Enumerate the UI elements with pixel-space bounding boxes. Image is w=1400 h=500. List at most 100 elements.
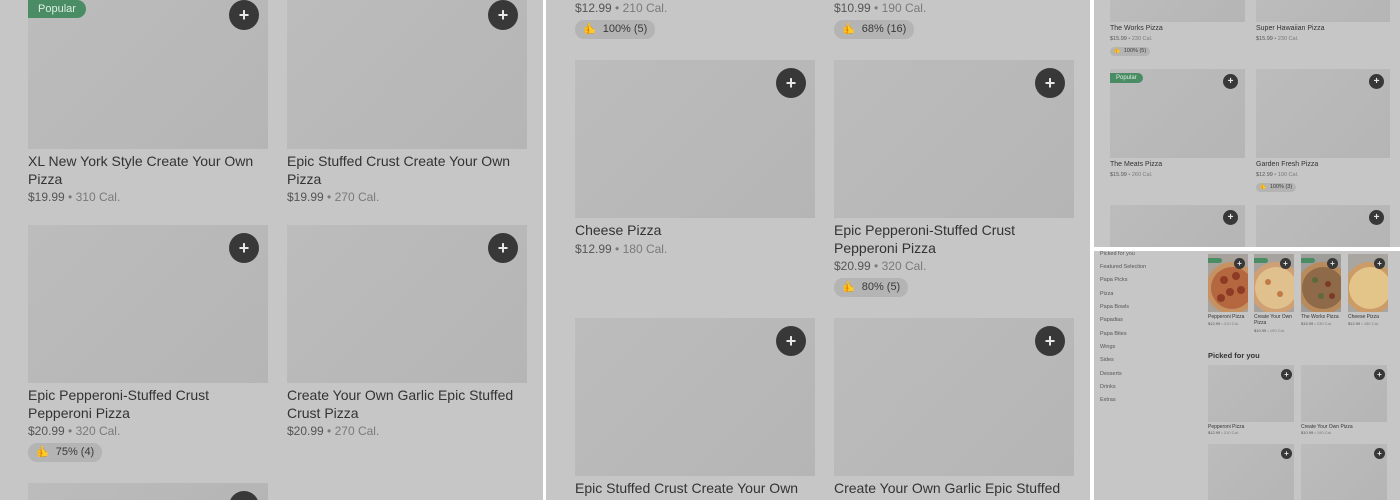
item-price: $19.99	[287, 190, 324, 204]
add-button[interactable]: +	[1281, 448, 1292, 459]
sidebar-item-papa-picks[interactable]: Papa Picks	[1100, 277, 1128, 283]
thumbs-up-icon: 👍	[842, 23, 856, 35]
menu-item-card[interactable]: + Epic Stuffed Crust Create Your Own Piz…	[575, 318, 815, 500]
menu-item-card[interactable]: Super Hawaiian Pizza $15.99 • 230 Cal.	[1256, 0, 1390, 50]
menu-item-card[interactable]: + Create Your Own Garlic Epic Stuffed Cr…	[287, 225, 527, 445]
plus-icon: +	[1227, 75, 1234, 87]
item-name: Create Your Own Garlic Epic Stuffed Crus…	[834, 480, 1061, 500]
item-calories: 210 Cal.	[622, 1, 668, 15]
plus-icon: +	[497, 5, 509, 25]
menu-item-card[interactable]: + Epic Pepperoni-Stuffed Crust Pepperoni…	[834, 60, 1074, 300]
add-button[interactable]: +	[1369, 74, 1384, 89]
sidebar-item-desserts[interactable]: Desserts	[1100, 371, 1122, 377]
sidebar-item-sides[interactable]: Sides	[1100, 357, 1114, 363]
rating-pill: 👍 100% (5)	[575, 20, 656, 39]
menu-item-card[interactable]: + Pepperoni Pizza $12.99 • 210 Cal.	[1208, 365, 1294, 437]
sidebar-item-papadias[interactable]: Papadias	[1100, 317, 1123, 323]
menu-item-card[interactable]: +	[1208, 444, 1294, 500]
item-price: $15.99	[1110, 172, 1127, 178]
add-button[interactable]: +	[1369, 210, 1384, 225]
sidebar-item-extras[interactable]: Extras	[1100, 397, 1116, 403]
item-price-cal: $10.99 • 190 Cal.	[1254, 328, 1285, 333]
item-image	[1256, 0, 1390, 22]
add-button[interactable]: +	[1223, 74, 1238, 89]
thumbs-up-icon: 👍	[36, 446, 50, 458]
add-button[interactable]: +	[1374, 258, 1385, 269]
menu-item-card[interactable]: +	[1256, 205, 1390, 247]
item-price-cal: $10.99 • 190 Cal.	[834, 1, 927, 15]
thumbs-up-icon: 👍	[583, 23, 597, 35]
sidebar-item-wings[interactable]: Wings	[1100, 344, 1115, 350]
deal-badge	[1254, 258, 1268, 263]
add-button[interactable]: +	[1035, 326, 1065, 356]
item-name: Pepperoni Pizza	[1208, 314, 1245, 320]
add-button[interactable]: +	[776, 326, 806, 356]
add-button[interactable]: +	[229, 0, 259, 30]
item-calories: 270 Cal.	[334, 190, 380, 204]
menu-item-card[interactable]: The Works Pizza $15.99 • 230 Cal. 👍 100% …	[1110, 0, 1245, 60]
section-title: Picked for you	[1208, 351, 1260, 360]
add-button[interactable]: +	[1374, 448, 1385, 459]
sidebar-item-papa-bites[interactable]: Papa Bites	[1100, 331, 1127, 337]
plus-icon: +	[1044, 331, 1056, 351]
sidebar-item-pizza[interactable]: Pizza	[1100, 291, 1113, 297]
sidebar-item-drinks[interactable]: Drinks	[1100, 384, 1116, 390]
plus-icon: +	[1330, 258, 1335, 268]
sidebar-item-papa-bowls[interactable]: Papa Bowls	[1100, 304, 1129, 310]
add-button[interactable]: +	[1280, 258, 1291, 269]
menu-item-card[interactable]: Popular + XL New York Style Create Your …	[28, 0, 268, 210]
rating-pill: 👍 68% (16)	[834, 20, 915, 39]
featured-item-card[interactable]: + Cheese Pizza $12.99 • 180 Cal.	[1348, 254, 1388, 332]
item-price-cal: $12.99 • 180 Cal.	[1348, 321, 1379, 326]
plus-icon: +	[1284, 448, 1289, 458]
menu-item-card[interactable]: + Create Your Own Pizza $10.99 • 190 Cal…	[1301, 365, 1387, 437]
add-button[interactable]: +	[1281, 369, 1292, 380]
menu-item-card[interactable]: +	[1110, 205, 1245, 247]
item-name: Create Your Own Garlic Epic Stuffed Crus…	[287, 387, 514, 421]
plus-icon: +	[1373, 211, 1380, 223]
add-button[interactable]: +	[1035, 68, 1065, 98]
item-price-cal: $20.99 • 270 Cal.	[287, 424, 380, 438]
menu-item-card[interactable]: Popular + The Meats Pizza $15.99 • 260 C…	[1110, 69, 1245, 184]
add-button[interactable]: +	[1223, 210, 1238, 225]
deal-badge	[1208, 258, 1222, 263]
item-price: $15.99	[1256, 36, 1273, 42]
add-button[interactable]: +	[229, 233, 259, 263]
menu-item-card[interactable]: + Epic Stuffed Crust Create Your Own Piz…	[287, 0, 527, 210]
item-price-cal: $15.99 • 230 Cal.	[1110, 36, 1153, 42]
menu-panel-3: The Works Pizza $15.99 • 230 Cal. 👍 100% …	[1094, 0, 1400, 247]
item-name: Super Hawaiian Pizza	[1256, 25, 1325, 32]
add-button[interactable]: +	[488, 0, 518, 30]
item-price-cal: $12.99 • 180 Cal.	[575, 242, 668, 256]
menu-item-card[interactable]: +	[1301, 444, 1387, 500]
popular-badge: Popular	[1110, 73, 1143, 83]
add-button[interactable]: +	[1234, 258, 1245, 269]
featured-item-card[interactable]: + The Works Pizza $15.99 • 230 Cal.	[1301, 254, 1341, 332]
menu-item-card[interactable]: + Epic Pepperoni-Stuffed Crust Pepperoni…	[28, 225, 268, 465]
sidebar-item-featured-selection[interactable]: Featured Selection	[1100, 264, 1146, 270]
rating-pill: 👍 100% (3)	[1256, 183, 1297, 192]
deal-badge	[1301, 258, 1315, 263]
item-calories: 180 Cal.	[622, 242, 668, 256]
plus-icon: +	[238, 5, 250, 25]
item-price-cal: $20.99 • 320 Cal.	[28, 424, 121, 438]
item-price: $20.99	[834, 259, 871, 273]
menu-item-card[interactable]: + Garden Fresh Pizza $12.99 • 190 Cal. 👍…	[1256, 69, 1390, 195]
menu-item-card[interactable]: +	[28, 483, 268, 500]
add-button[interactable]: +	[1374, 369, 1385, 380]
menu-panel-2: $12.99 • 210 Cal. 👍 100% (5) $10.99 • 190…	[546, 0, 1090, 500]
add-button[interactable]: +	[776, 68, 806, 98]
item-price-cal: $19.99 • 310 Cal.	[28, 190, 121, 204]
featured-item-card[interactable]: + Create Your Own Pizza $10.99 • 190 Cal…	[1254, 254, 1294, 333]
menu-item-card[interactable]: + Cheese Pizza $12.99 • 180 Cal.	[575, 60, 815, 270]
item-price: $20.99	[28, 424, 65, 438]
menu-item-card[interactable]: + Create Your Own Garlic Epic Stuffed Cr…	[834, 318, 1074, 500]
add-button[interactable]: +	[1327, 258, 1338, 269]
item-price-cal: $12.99 • 210 Cal.	[575, 1, 668, 15]
add-button[interactable]: +	[488, 233, 518, 263]
item-price-cal: $12.99 • 210 Cal.	[1208, 321, 1239, 326]
sidebar-item-picked-for-you[interactable]: Picked for you	[1100, 251, 1135, 257]
featured-item-card[interactable]: + Pepperoni Pizza $12.99 • 210 Cal.	[1208, 254, 1248, 332]
item-name: Create Your Own Pizza	[1254, 314, 1293, 327]
item-calories: 310 Cal.	[75, 190, 121, 204]
